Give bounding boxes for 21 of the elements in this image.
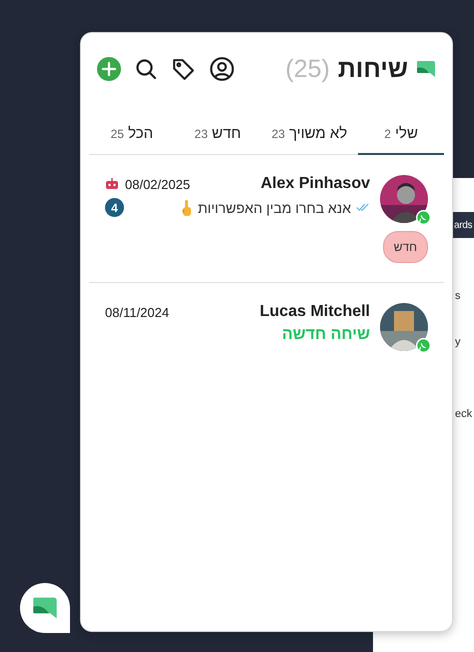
chat-logo-icon: [416, 60, 436, 78]
background-text: eck: [455, 408, 472, 420]
conversation-count: (25): [285, 54, 330, 84]
message-preview: אנא בחרו מבין האפשרויות: [198, 200, 351, 216]
tag-icon[interactable]: [171, 56, 196, 82]
contact-name: Lucas Mitchell: [260, 303, 370, 321]
panel-title: שיחות: [338, 54, 408, 84]
background-text: s: [455, 290, 460, 302]
add-icon[interactable]: [97, 57, 121, 81]
conversation-date: 08/02/2025: [125, 176, 190, 192]
background-text: y: [455, 336, 460, 348]
tag: חדש: [382, 231, 428, 263]
chat-logo-icon: [32, 596, 58, 620]
conversation-date: 08/11/2024: [105, 304, 170, 320]
new-conversation-label: שיחה חדשה: [282, 326, 370, 344]
chat-launcher-button[interactable]: [20, 583, 70, 633]
contact-name: Alex Pinhasov: [260, 175, 370, 193]
unread-count: 4: [105, 198, 124, 217]
background-text: ards: [454, 220, 472, 230]
profile-icon[interactable]: [209, 56, 235, 82]
search-icon[interactable]: [134, 57, 158, 81]
